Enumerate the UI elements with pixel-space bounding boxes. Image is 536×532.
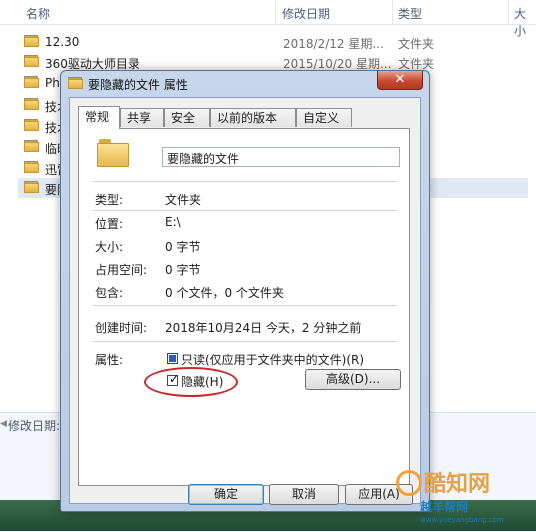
folder-icon (24, 119, 39, 131)
column-header: 名称 修改日期 类型 大小 (0, 0, 536, 38)
pane-arrow-icon: ◀ (0, 419, 7, 429)
size-on-disk-label: 占用空间: (95, 263, 148, 277)
column-separator (392, 0, 393, 24)
divider (93, 341, 397, 342)
dialog-client: 常规 共享 安全 以前的版本 自定义 要隐藏的文件 类型: 文件夹 位置: E:… (69, 97, 421, 505)
folder-icon (68, 77, 83, 89)
properties-dialog: 要隐藏的文件 属性 ✕ 常规 共享 安全 以前的版本 自定义 要隐藏的文件 类型… (60, 70, 430, 512)
folder-name-input[interactable]: 要隐藏的文件 (162, 147, 400, 167)
folder-icon (24, 140, 39, 152)
readonly-label[interactable]: 只读(仅应用于文件夹中的文件)(R) (181, 351, 364, 368)
contains-value: 0 个文件，0 个文件夹 (165, 286, 284, 300)
folder-icon (24, 35, 39, 47)
watermark-title: 酷知网 (424, 472, 491, 497)
folder-icon (24, 98, 39, 110)
column-separator (275, 0, 276, 24)
location-value: E:\ (165, 215, 181, 229)
type-value: 文件夹 (165, 193, 202, 207)
file-date: 2018/2/12 星期... (283, 37, 384, 51)
created-value: 2018年10月24日 今天，2 分钟之前 (165, 321, 362, 335)
size-label: 大小: (95, 240, 124, 254)
folder-icon (24, 55, 39, 67)
readonly-checkbox[interactable] (167, 353, 178, 364)
tab-sharing[interactable]: 共享 (120, 108, 164, 127)
folder-icon (97, 139, 129, 167)
folder-icon (24, 161, 39, 173)
column-name[interactable]: 名称 (26, 5, 50, 22)
divider (93, 305, 397, 306)
location-label: 位置: (95, 217, 124, 231)
tab-customize[interactable]: 自定义 (296, 108, 352, 127)
watermark-logo-icon (396, 470, 422, 496)
file-row[interactable]: 360驱动大师目录 2015/10/20 星期... 文件夹 (18, 52, 528, 72)
tab-previous-versions[interactable]: 以前的版本 (210, 108, 296, 127)
folder-icon (24, 181, 39, 193)
watermark-subtitle: 越羊帮网 (420, 500, 469, 514)
advanced-button[interactable]: 高级(D)... (305, 369, 401, 390)
general-page: 要隐藏的文件 类型: 文件夹 位置: E:\ 大小: 0 字节 占用空间: 0 … (78, 128, 410, 486)
file-row[interactable]: 12.30 2018/2/12 星期... 文件夹 (18, 32, 528, 52)
created-label: 创建时间: (95, 321, 148, 335)
watermark-url: www.yueyangbang.com (420, 516, 504, 524)
size-value: 0 字节 (165, 240, 201, 254)
cancel-button[interactable]: 取消 (269, 484, 339, 505)
watermark: 酷知网 越羊帮网 www.yueyangbang.com (394, 456, 536, 531)
file-name: 12.30 (45, 35, 80, 49)
tab-security[interactable]: 安全 (164, 108, 210, 127)
dialog-title: 要隐藏的文件 属性 (88, 78, 188, 92)
divider (93, 210, 397, 211)
column-date[interactable]: 修改日期 (282, 5, 330, 22)
column-type[interactable]: 类型 (398, 5, 422, 22)
divider (93, 181, 397, 182)
ok-button[interactable]: 确定 (188, 484, 264, 505)
attributes-label: 属性: (95, 353, 124, 367)
file-type: 文件夹 (398, 37, 435, 51)
column-separator (508, 0, 509, 24)
contains-label: 包含: (95, 286, 124, 300)
highlight-ellipse (144, 367, 238, 397)
type-label: 类型: (95, 193, 124, 207)
size-on-disk-value: 0 字节 (165, 263, 201, 277)
folder-icon (24, 76, 39, 88)
close-button[interactable]: ✕ (377, 71, 423, 90)
details-date-label: 修改日期: (8, 419, 61, 433)
tab-general[interactable]: 常规 (78, 106, 120, 129)
